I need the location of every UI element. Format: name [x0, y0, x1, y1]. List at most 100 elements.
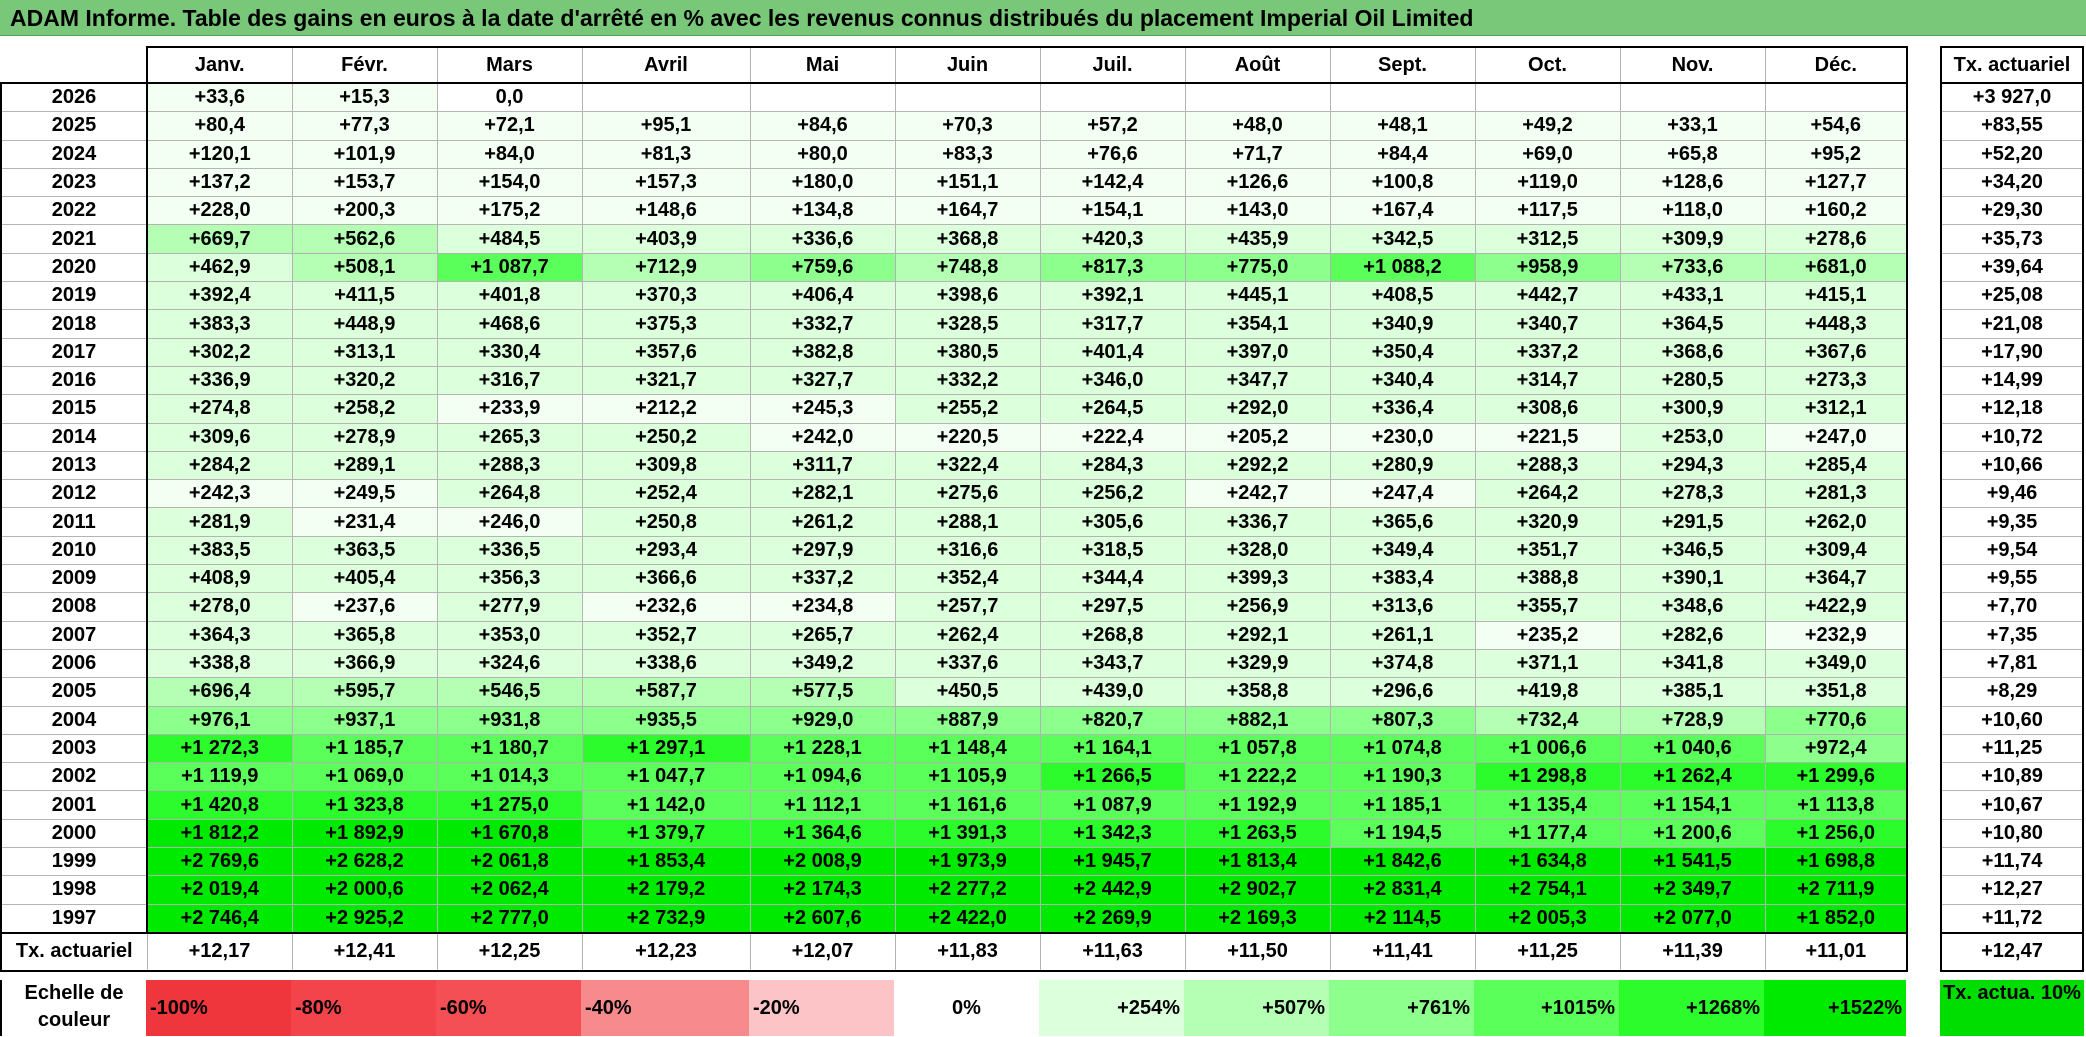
- gain-cell: +336,9: [146, 365, 293, 396]
- table-row: 2014 +309,6 +278,9 +265,3 +250,2 +242,0 +220,5…: [0, 422, 1908, 452]
- gain-cell: +1 634,8: [1474, 847, 1621, 877]
- gain-cell: +154,0: [436, 167, 583, 198]
- table-row: 2003 +1 272,3 +1 185,7 +1 180,7 +1 297,1 +1 2…: [0, 733, 1908, 764]
- gain-cell: +95,1: [581, 111, 751, 141]
- gain-cell: +1 164,1: [1039, 733, 1186, 764]
- gain-cell: +366,6: [581, 564, 751, 594]
- gain-cell: +292,2: [1184, 450, 1331, 481]
- gain-cell: +314,7: [1474, 365, 1621, 396]
- gain-cell: +1 262,4: [1619, 762, 1766, 792]
- table-row: 2023 +137,2 +153,7 +154,0 +157,3 +180,0 +151,1…: [0, 167, 1908, 198]
- gain-cell: +399,3: [1184, 564, 1331, 594]
- gain-cell: +148,6: [581, 196, 751, 226]
- gain-cell: +278,0: [146, 592, 293, 622]
- gain-cell: +338,6: [581, 648, 751, 679]
- gain-cell: +291,5: [1619, 507, 1766, 537]
- color-scale: -100% -80% -60% -40% -20% 0% +254% +507% +761% +1…: [146, 980, 1906, 1036]
- gain-cell: +445,1: [1184, 281, 1331, 311]
- gain-cell: +2 831,4: [1329, 875, 1476, 905]
- gain-cell: +587,7: [581, 677, 751, 707]
- gain-cell: +364,5: [1619, 309, 1766, 339]
- year-label: 2012: [0, 479, 148, 509]
- gain-cell: +80,0: [749, 139, 896, 169]
- summary-rate-cell: +12,17: [146, 931, 293, 972]
- gain-cell: +302,2: [146, 337, 293, 367]
- gain-cell: +398,6: [894, 281, 1041, 311]
- actuarial-rate-value: +10,60: [1940, 705, 2084, 735]
- gain-cell: +337,2: [749, 564, 896, 594]
- gain-cell: +83,3: [894, 139, 1041, 169]
- gain-cell: +1 892,9: [291, 818, 438, 849]
- color-scale-swatch: +254%: [1039, 980, 1184, 1036]
- gain-cell: +222,4: [1039, 422, 1186, 452]
- gain-cell: +759,6: [749, 252, 896, 283]
- gain-cell: +1 391,3: [894, 818, 1041, 849]
- gain-cell: +1 842,6: [1329, 847, 1476, 877]
- gain-cell: +348,6: [1619, 592, 1766, 622]
- gain-cell: +261,1: [1329, 620, 1476, 650]
- gain-cell: +508,1: [291, 252, 438, 283]
- gain-cell: +71,7: [1184, 139, 1331, 169]
- gain-cell: [1329, 82, 1476, 113]
- gain-cell: +2 711,9: [1764, 875, 1908, 905]
- gain-cell: +273,3: [1764, 365, 1908, 396]
- actuarial-rate-header: Tx. actuariel: [1940, 46, 2084, 84]
- gain-cell: +250,8: [581, 507, 751, 537]
- gain-cell: +2 005,3: [1474, 903, 1621, 934]
- gain-cell: +235,2: [1474, 620, 1621, 650]
- gain-cell: +2 902,7: [1184, 875, 1331, 905]
- gain-cell: +134,8: [749, 196, 896, 226]
- gain-cell: +365,8: [291, 620, 438, 650]
- gain-cell: +1 222,2: [1184, 762, 1331, 792]
- gain-cell: +72,1: [436, 111, 583, 141]
- gain-cell: +284,3: [1039, 450, 1186, 481]
- gain-cell: +117,5: [1474, 196, 1621, 226]
- gain-cell: +1 119,9: [146, 762, 293, 792]
- year-label: 2007: [0, 620, 148, 650]
- table-row: 2002 +1 119,9 +1 069,0 +1 014,3 +1 047,7 +1 0…: [0, 762, 1908, 792]
- gain-cell: +1 113,8: [1764, 790, 1908, 820]
- table-row: 2018 +383,3 +448,9 +468,6 +375,3 +332,7 +328,5…: [0, 309, 1908, 339]
- gain-cell: +807,3: [1329, 705, 1476, 735]
- color-scale-swatch: -60%: [436, 980, 581, 1036]
- gain-cell: +316,7: [436, 365, 583, 396]
- month-header: Avril: [581, 46, 751, 84]
- gain-cell: +1 256,0: [1764, 818, 1908, 849]
- gain-cell: +1 190,3: [1329, 762, 1476, 792]
- gain-cell: +336,6: [749, 224, 896, 254]
- gain-cell: +392,4: [146, 281, 293, 311]
- gain-cell: +1 148,4: [894, 733, 1041, 764]
- gain-cell: +336,4: [1329, 394, 1476, 424]
- gain-cell: +70,3: [894, 111, 1041, 141]
- gain-cell: +1 364,6: [749, 818, 896, 849]
- gain-cell: +1 541,5: [1619, 847, 1766, 877]
- gain-cell: +332,2: [894, 365, 1041, 396]
- year-label: 2017: [0, 337, 148, 367]
- table-row: 2008 +278,0 +237,6 +277,9 +232,6 +234,8 +257,7…: [0, 592, 1908, 622]
- gain-cell: +249,5: [291, 479, 438, 509]
- table-row: 2025 +80,4 +77,3 +72,1 +95,1 +84,6 +70,3 +57,2 +…: [0, 111, 1908, 141]
- gain-cell: +1 420,8: [146, 790, 293, 820]
- month-header: Juil.: [1039, 46, 1186, 84]
- actuarial-rate-value: +3 927,0: [1940, 82, 2084, 113]
- gain-cell: +1 006,6: [1474, 733, 1621, 764]
- year-label: 2013: [0, 450, 148, 481]
- gain-cell: +354,1: [1184, 309, 1331, 339]
- gain-cell: +411,5: [291, 281, 438, 311]
- gain-cell: +282,6: [1619, 620, 1766, 650]
- gain-cell: +220,5: [894, 422, 1041, 452]
- gain-cell: +257,7: [894, 592, 1041, 622]
- gain-cell: +419,8: [1474, 677, 1621, 707]
- gain-cell: +250,2: [581, 422, 751, 452]
- table-row: 2020 +462,9 +508,1 +1 087,7 +712,9 +759,6 +748…: [0, 252, 1908, 283]
- gain-cell: +329,9: [1184, 648, 1331, 679]
- gain-cell: +232,9: [1764, 620, 1908, 650]
- gain-cell: +309,8: [581, 450, 751, 481]
- gain-cell: +154,1: [1039, 196, 1186, 226]
- gain-cell: +1 040,6: [1619, 733, 1766, 764]
- gain-cell: +2 746,4: [146, 903, 293, 934]
- gain-cell: +311,7: [749, 450, 896, 481]
- gain-cell: +931,8: [436, 705, 583, 735]
- gain-cell: [749, 82, 896, 113]
- gain-cell: +383,4: [1329, 564, 1476, 594]
